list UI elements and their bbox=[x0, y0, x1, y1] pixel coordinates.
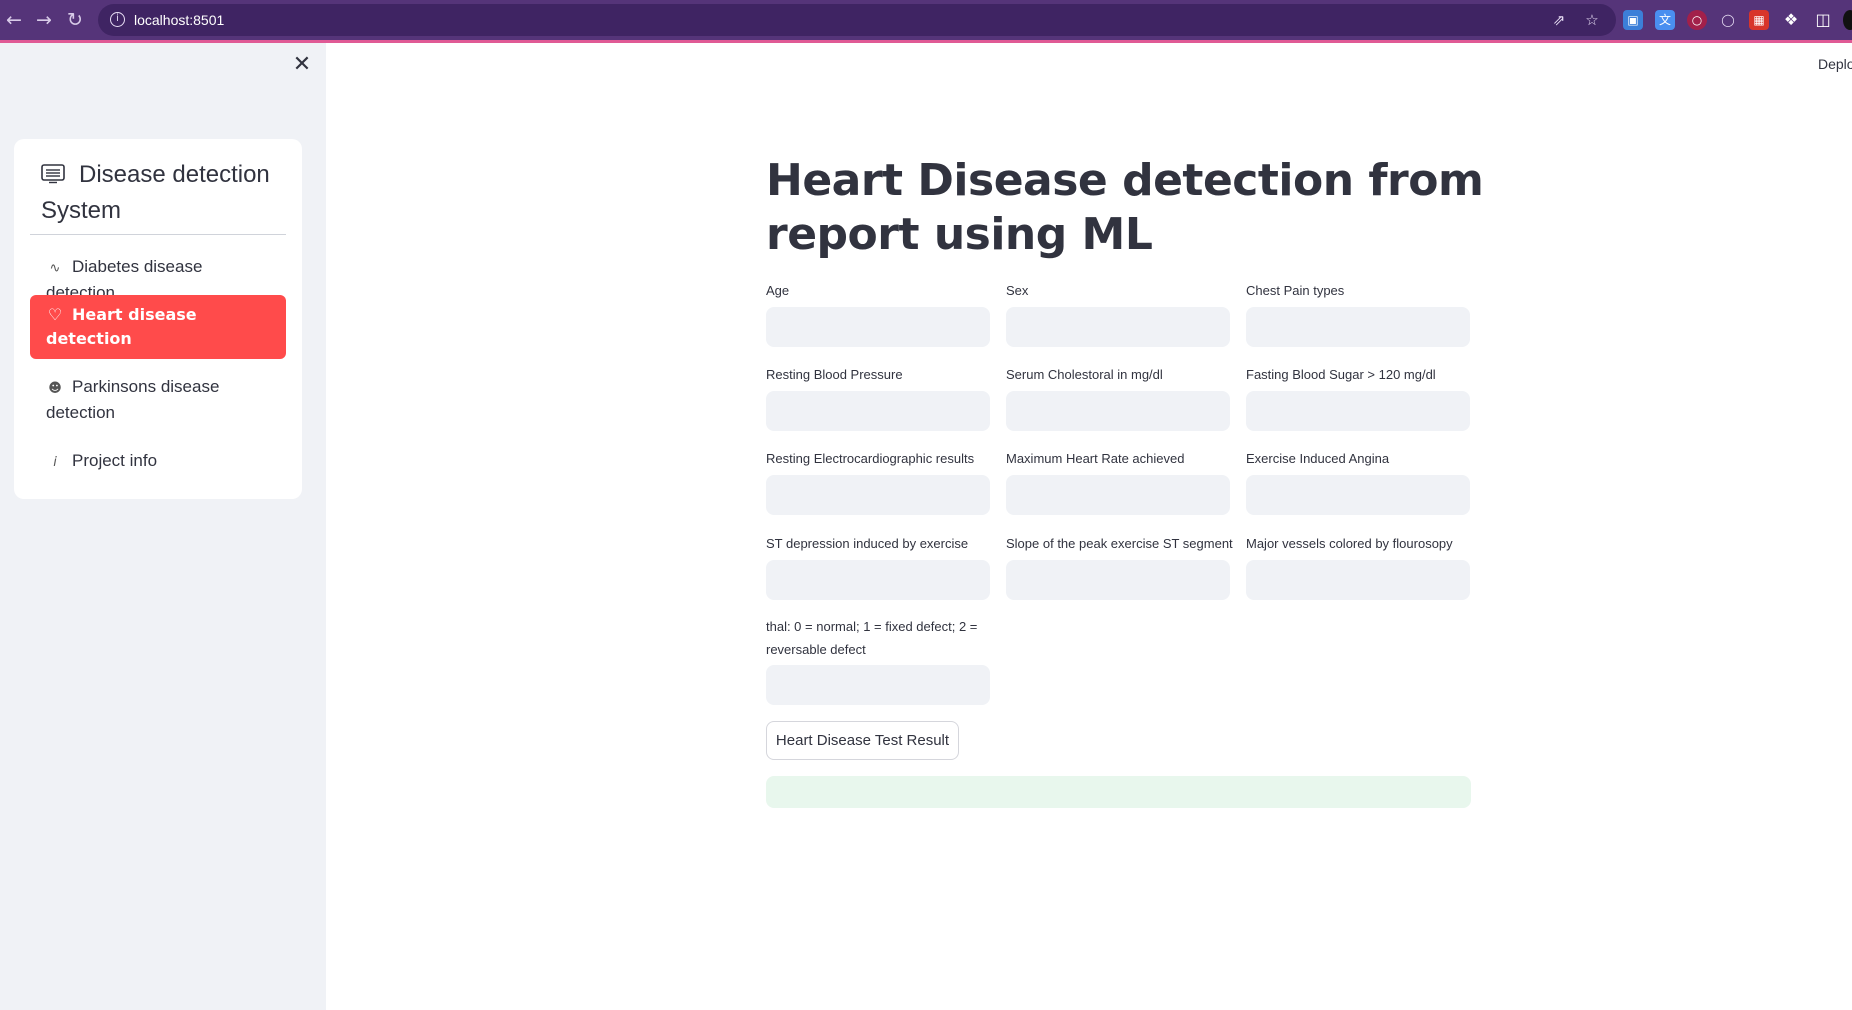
activity-icon: ∿ bbox=[49, 261, 61, 276]
st-slope-input[interactable] bbox=[1006, 560, 1230, 600]
site-info-icon[interactable]: i bbox=[110, 12, 125, 27]
profile-avatar[interactable] bbox=[1843, 10, 1852, 30]
chest-pain-label: Chest Pain types bbox=[1246, 283, 1345, 298]
page-title: Heart Disease detection from report usin… bbox=[766, 155, 1484, 260]
max-heart-rate-label: Maximum Heart Rate achieved bbox=[1006, 451, 1185, 466]
reload-icon[interactable]: ↻ bbox=[63, 8, 87, 32]
close-sidebar-icon[interactable]: ✕ bbox=[290, 53, 314, 77]
bookmark-star-icon[interactable]: ☆ bbox=[1582, 10, 1602, 30]
sidebar-item-label: Project info bbox=[72, 451, 158, 470]
exercise-angina-input[interactable] bbox=[1246, 475, 1470, 515]
age-input[interactable] bbox=[766, 307, 990, 347]
back-arrow-icon[interactable]: ← bbox=[2, 8, 26, 32]
resting-bp-label: Resting Blood Pressure bbox=[766, 367, 903, 382]
translate-icon[interactable]: 文 bbox=[1655, 10, 1675, 30]
sidebar-item-project-info[interactable]: i Project info bbox=[30, 441, 286, 483]
cholesterol-label: Serum Cholestoral in mg/dl bbox=[1006, 367, 1163, 382]
cholesterol-input[interactable] bbox=[1006, 391, 1230, 431]
list-icon bbox=[41, 159, 65, 184]
share-icon[interactable]: ⇗ bbox=[1549, 10, 1569, 30]
lightbulb-icon[interactable]: ◯ bbox=[1718, 10, 1738, 30]
sidebar-item-heart[interactable]: ♡ Heart disease detection bbox=[30, 295, 286, 359]
sidebar-item-label: Parkinsons disease detection bbox=[46, 377, 220, 422]
resting-bp-input[interactable] bbox=[766, 391, 990, 431]
person-icon: ☻ bbox=[48, 381, 62, 396]
chest-pain-input[interactable] bbox=[1246, 307, 1470, 347]
major-vessels-input[interactable] bbox=[1246, 560, 1470, 600]
address-url[interactable]: localhost:8501 bbox=[134, 12, 224, 28]
menu-divider bbox=[30, 234, 286, 235]
extension-red-icon[interactable]: ○ bbox=[1687, 10, 1707, 30]
result-success-box bbox=[766, 776, 1471, 808]
thal-label: thal: 0 = normal; 1 = fixed defect; 2 = … bbox=[766, 619, 978, 657]
extension-screen-icon[interactable]: ▣ bbox=[1623, 10, 1643, 30]
menu-title: Disease detection System bbox=[41, 157, 291, 229]
forward-arrow-icon[interactable]: → bbox=[32, 8, 56, 32]
side-panel-icon[interactable]: ◫ bbox=[1813, 10, 1833, 30]
deploy-area: Deploy bbox=[1800, 50, 1852, 80]
max-heart-rate-input[interactable] bbox=[1006, 475, 1230, 515]
sidebar-item-label: Heart disease detection bbox=[46, 305, 197, 348]
info-icon: i bbox=[53, 455, 57, 470]
thal-input[interactable] bbox=[766, 665, 990, 705]
st-depression-input[interactable] bbox=[766, 560, 990, 600]
option-menu: Disease detection System ∿ Diabetes disea… bbox=[14, 139, 302, 499]
sex-label: Sex bbox=[1006, 283, 1029, 298]
address-bar[interactable]: i localhost:8501 ⇗ ☆ bbox=[98, 4, 1616, 36]
exercise-angina-label: Exercise Induced Angina bbox=[1246, 451, 1390, 466]
st-slope-label: Slope of the peak exercise ST segment bbox=[1006, 536, 1233, 551]
major-vessels-label: Major vessels colored by flourosopy bbox=[1246, 536, 1453, 551]
rest-ecg-input[interactable] bbox=[766, 475, 990, 515]
heart-icon: ♡ bbox=[47, 305, 63, 324]
sidebar-item-parkinsons[interactable]: ☻ Parkinsons disease detection bbox=[30, 367, 286, 433]
rest-ecg-label: Resting Electrocardiographic results bbox=[766, 451, 975, 466]
browser-toolbar: ← → ↻ i localhost:8501 ⇗ ☆ ▣ 文 ○ ◯ ▦ ❖ ◫ bbox=[0, 0, 1852, 40]
age-label: Age bbox=[766, 283, 790, 298]
sex-input[interactable] bbox=[1006, 307, 1230, 347]
deploy-button[interactable]: Deploy bbox=[1818, 56, 1852, 72]
st-depression-label: ST depression induced by exercise bbox=[766, 536, 969, 551]
fasting-sugar-label: Fasting Blood Sugar > 120 mg/dl bbox=[1246, 367, 1436, 382]
puzzle-extensions-icon[interactable]: ❖ bbox=[1781, 10, 1801, 30]
heart-test-result-button[interactable]: Heart Disease Test Result bbox=[766, 721, 959, 760]
pdf-icon[interactable]: ▦ bbox=[1749, 10, 1769, 30]
fasting-sugar-input[interactable] bbox=[1246, 391, 1470, 431]
menu-title-text: Disease detection System bbox=[41, 161, 270, 224]
sidebar: ✕ Disease detection System ∿ Diabetes dis… bbox=[0, 43, 326, 1010]
